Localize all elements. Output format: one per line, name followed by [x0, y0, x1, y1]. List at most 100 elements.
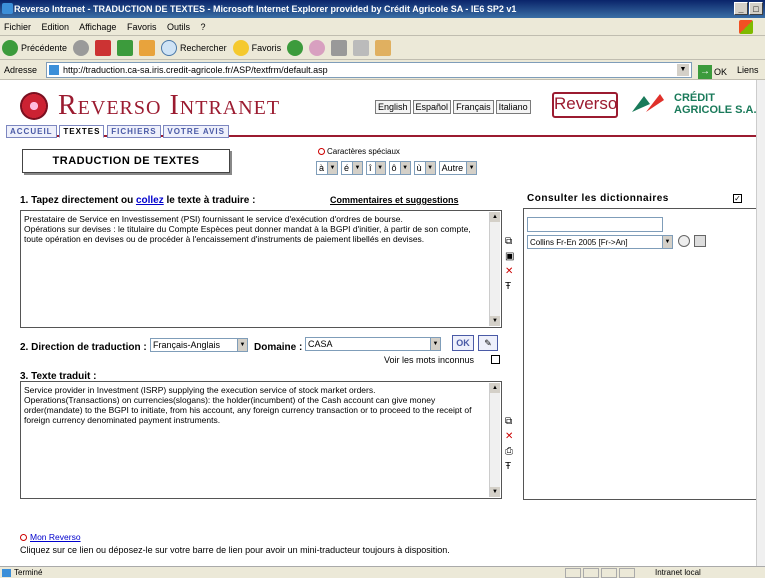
reverso-logo[interactable]: Reverso: [552, 92, 618, 118]
special-char-u-select[interactable]: ù ▼: [413, 161, 436, 175]
dictionary-book-icon[interactable]: [694, 235, 706, 247]
special-char-a-value: à: [319, 163, 325, 173]
direction-value: Français-Anglais: [153, 340, 221, 350]
tab-textes[interactable]: TEXTES: [59, 125, 105, 138]
status-cells: [565, 568, 635, 578]
search-button[interactable]: Rechercher: [161, 39, 227, 56]
links-toolbar[interactable]: Liens: [737, 60, 759, 80]
star-icon: [232, 39, 249, 56]
credit-agricole-logo: [632, 94, 664, 112]
special-char-e-select[interactable]: é ▼: [341, 161, 364, 175]
tab-votre-avis[interactable]: VOTRE AVIS: [163, 125, 229, 138]
go-arrow-icon: →: [698, 65, 712, 79]
language-links: English Español Français Italiano: [375, 100, 531, 114]
ca-line-1: CRÉDIT: [674, 92, 715, 104]
back-label: Précédente: [21, 42, 68, 53]
domain-value: CASA: [308, 339, 333, 349]
dictionary-search-input[interactable]: [527, 217, 663, 232]
source-text: Prestataire de Service en Investissement…: [24, 214, 471, 244]
font-icon[interactable]: Ŧ: [505, 461, 513, 472]
menu-affichage[interactable]: Affichage: [79, 22, 116, 32]
special-char-other-select[interactable]: Autre ▼: [438, 161, 478, 175]
ca-line-2: AGRICOLE S.A.: [674, 104, 757, 116]
maximize-button[interactable]: □: [749, 2, 763, 15]
special-char-a-select[interactable]: à ▼: [316, 161, 339, 175]
paste-icon[interactable]: ▣: [505, 251, 514, 262]
scroll-up-icon[interactable]: ▲: [490, 383, 500, 393]
dropdown-icon: ▼: [424, 162, 435, 174]
messenger-icon[interactable]: [375, 39, 392, 56]
menu-bar: Fichier Edition Affichage Favoris Outils…: [0, 18, 765, 36]
my-reverso-link[interactable]: Mon Reverso: [30, 532, 81, 542]
back-button[interactable]: Précédente: [2, 39, 68, 56]
menu-favoris[interactable]: Favoris: [127, 22, 157, 32]
browser-toolbar: Précédente Rechercher Favoris: [0, 36, 765, 60]
lang-francais[interactable]: Français: [453, 100, 494, 114]
direction-select[interactable]: Français-Anglais ▼: [150, 338, 248, 352]
menu-fichier[interactable]: Fichier: [4, 22, 31, 32]
dictionary-checkbox[interactable]: ✓: [733, 194, 742, 203]
window-title: Reverso Intranet - TRADUCTION DE TEXTES …: [14, 4, 517, 14]
go-button[interactable]: → OK: [698, 62, 727, 82]
unknown-words-label: Voir les mots inconnus: [384, 355, 475, 365]
search-icon[interactable]: [678, 235, 690, 247]
comments-link[interactable]: Commentaires et suggestions: [330, 195, 459, 205]
eraser-icon: ✎: [484, 338, 492, 348]
dropdown-icon: ▼: [327, 162, 338, 174]
target-text-area[interactable]: Service provider in Investment (ISRP) su…: [20, 381, 502, 499]
font-icon[interactable]: Ŧ: [505, 281, 514, 292]
scroll-down-icon[interactable]: ▼: [490, 316, 500, 326]
special-char-u-value: ù: [416, 163, 422, 173]
dictionary-select[interactable]: Collins Fr-En 2005 [Fr->An] ▼: [527, 235, 673, 249]
delete-icon[interactable]: ✕: [505, 431, 513, 442]
lang-espanol[interactable]: Español: [412, 100, 452, 114]
unknown-words-checkbox[interactable]: [491, 355, 500, 364]
lang-english[interactable]: English: [375, 100, 411, 114]
menu-edition[interactable]: Edition: [42, 22, 70, 32]
tab-fichiers[interactable]: FICHIERS: [107, 125, 161, 138]
print-icon[interactable]: [331, 39, 348, 56]
reverso-flower-logo: [20, 92, 48, 120]
forward-button[interactable]: [73, 39, 90, 56]
special-chars-label: Caractères spéciaux: [318, 147, 400, 156]
source-text-area[interactable]: Prestataire de Service en Investissement…: [20, 210, 502, 328]
eraser-button[interactable]: ✎: [478, 335, 498, 351]
status-bar: Terminé Intranet local: [0, 566, 765, 578]
lang-italiano[interactable]: Italiano: [495, 100, 531, 114]
stop-icon[interactable]: [95, 39, 112, 56]
mail-icon[interactable]: [309, 39, 326, 56]
address-dropdown-icon[interactable]: ▼: [677, 64, 689, 76]
minimize-button[interactable]: _: [734, 2, 748, 15]
special-char-o-select[interactable]: ô ▼: [388, 161, 411, 175]
scroll-down-icon[interactable]: ▼: [490, 487, 500, 497]
copy-icon[interactable]: ⧉: [505, 236, 514, 247]
tab-accueil[interactable]: ACCUEIL: [6, 125, 57, 138]
favorites-button[interactable]: Favoris: [232, 39, 281, 56]
target-scrollbar[interactable]: ▲ ▼: [489, 383, 500, 497]
print-icon[interactable]: ⎙: [505, 446, 513, 457]
copy-icon[interactable]: ⧉: [505, 416, 513, 427]
special-char-i-select[interactable]: î ▼: [366, 161, 386, 175]
dropdown-icon: ▼: [374, 162, 385, 174]
source-scrollbar[interactable]: ▲ ▼: [489, 212, 500, 326]
security-zone: Intranet local: [655, 568, 701, 577]
menu-outils[interactable]: Outils: [167, 22, 190, 32]
nav-tabs: ACCUEIL TEXTES FICHIERS VOTRE AVIS: [6, 125, 758, 138]
dictionary-title: Consulter les dictionnaires: [527, 193, 669, 204]
my-reverso: Mon Reverso: [20, 532, 81, 542]
delete-icon[interactable]: ✕: [505, 266, 514, 277]
address-input[interactable]: http://traduction.ca-sa.iris.credit-agri…: [46, 62, 692, 78]
target-text: Service provider in Investment (ISRP) su…: [24, 385, 472, 425]
home-icon[interactable]: [139, 39, 156, 56]
translate-ok-button[interactable]: OK: [452, 335, 474, 351]
page-scrollbar[interactable]: [756, 80, 765, 566]
refresh-icon[interactable]: [117, 39, 134, 56]
paste-link[interactable]: collez: [136, 195, 164, 206]
menu-help[interactable]: ?: [201, 22, 206, 32]
history-icon[interactable]: [287, 39, 304, 56]
edit-icon[interactable]: [353, 39, 370, 56]
dictionary-panel: [523, 208, 760, 500]
address-url: http://traduction.ca-sa.iris.credit-agri…: [63, 65, 328, 75]
scroll-up-icon[interactable]: ▲: [490, 212, 500, 222]
domain-select[interactable]: CASA ▼: [305, 337, 441, 351]
